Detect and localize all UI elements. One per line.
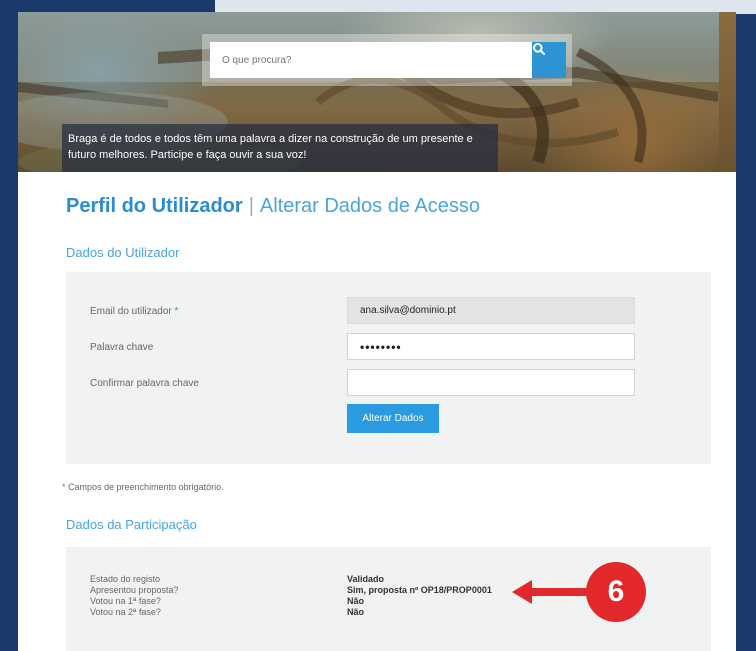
alterar-dados-button[interactable]: Alterar Dados	[347, 404, 439, 433]
search-box	[202, 34, 572, 86]
callout-number-badge: 6	[586, 562, 646, 622]
email-label: Email do utilizador *	[90, 306, 178, 317]
vote-phase2-value: Não	[347, 607, 365, 617]
page-title: Perfil do Utilizador | Alterar Dados de Ac…	[66, 195, 480, 218]
registration-status-label: Estado do registo	[90, 574, 161, 584]
search-icon	[533, 43, 546, 56]
page-panel: Braga é de todos e todos têm uma palavra…	[18, 12, 736, 651]
vote-phase1-value: Não	[347, 596, 365, 606]
confirm-password-label: Confirmar palavra chave	[90, 378, 199, 389]
required-mark: *	[174, 306, 179, 317]
password-label: Palavra chave	[90, 342, 154, 353]
vote-phase2-label: Votou na 2ª fase?	[90, 607, 161, 617]
confirm-password-field[interactable]	[347, 369, 635, 396]
vote-phase1-label: Votou na 1ª fase?	[90, 596, 161, 606]
participation-section-title: Dados da Participação	[66, 517, 197, 532]
change-access-link[interactable]: Alterar Dados de Acesso	[260, 195, 480, 217]
arrow-left-icon	[512, 580, 588, 604]
hero-tagline: Braga é de todos e todos têm uma palavra…	[62, 124, 498, 172]
hero-edge-strip	[719, 12, 736, 172]
proposal-label: Apresentou proposta?	[90, 585, 179, 595]
proposal-value: Sim, proposta nº OP18/PROP0001	[347, 585, 492, 595]
user-section-title: Dados do Utilizador	[66, 245, 180, 260]
profile-heading: Perfil do Utilizador	[66, 195, 243, 217]
hero-banner: Braga é de todos e todos têm uma palavra…	[18, 12, 736, 172]
search-input[interactable]	[210, 42, 534, 78]
email-label-text: Email do utilizador	[90, 306, 172, 317]
title-separator: |	[248, 195, 254, 217]
required-fields-note: * Campos de preenchimento obrigatório.	[62, 482, 224, 492]
email-field[interactable]	[347, 297, 635, 324]
registration-status-value: Validado	[347, 574, 385, 584]
password-field[interactable]	[347, 333, 635, 360]
search-button[interactable]	[532, 42, 566, 78]
required-note-text: Campos de preenchimento obrigatório.	[65, 482, 224, 492]
